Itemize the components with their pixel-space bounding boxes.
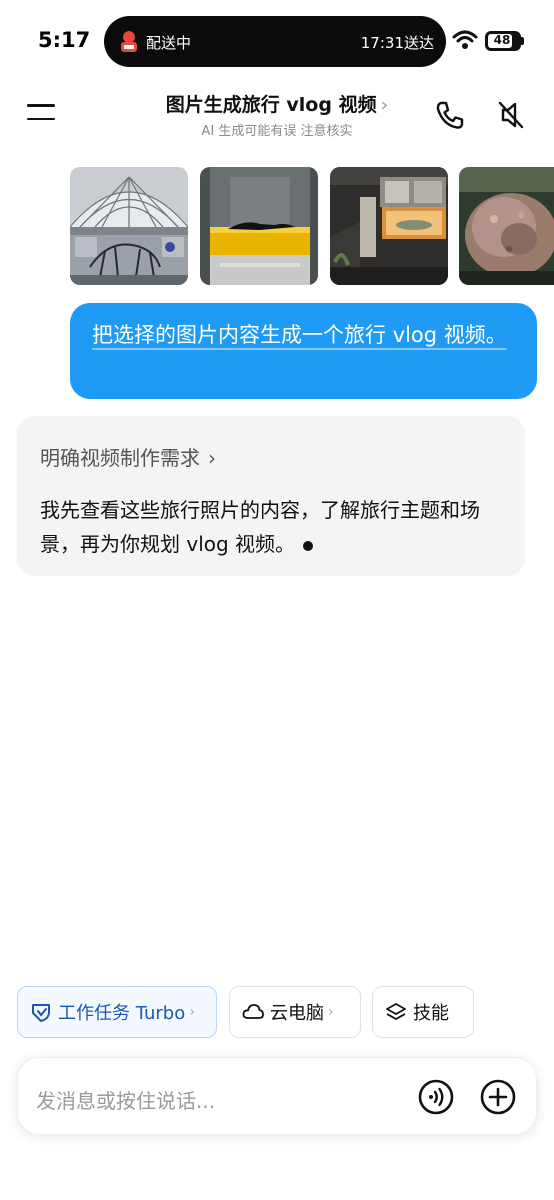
wifi-icon [452,30,478,49]
dynamic-island[interactable]: 配送中 17:31送达 [104,16,446,67]
skills-chip[interactable]: 技能 [372,986,474,1038]
cloud-computer-chip[interactable]: 云电脑 › [229,986,361,1038]
plus-icon[interactable] [480,1079,516,1115]
voice-input-icon[interactable] [418,1079,454,1115]
ai-disclaimer: AI 生成可能有误 注意核实 [201,124,353,139]
delivery-icon [121,31,137,52]
status-time: 5:17 [38,28,91,52]
message-input-placeholder[interactable]: 发消息或按住说话... [36,1085,215,1114]
cloud-computer-label: 云电脑 [270,1003,324,1024]
photo-thumbnail[interactable] [459,167,554,285]
user-message-bubble[interactable]: 把选择的图片内容生成一个旅行 vlog 视频。 [70,303,537,399]
chevron-right-icon: › [328,1004,334,1020]
chevron-right-icon: › [380,94,389,116]
assistant-message-card: 明确视频制作需求 › 我先查看这些旅行照片的内容，了解旅行主题和场景，再为你规划 … [17,416,525,576]
phone-icon[interactable] [434,100,466,130]
delivery-eta: 17:31送达 [360,34,434,52]
layers-icon [386,1003,406,1020]
typing-indicator-icon [303,540,314,551]
chat-title[interactable]: 图片生成旅行 vlog 视频 › [0,90,554,117]
battery-icon: 48 [485,31,521,51]
cloud-icon [242,1004,264,1019]
skills-label: 技能 [413,1003,449,1024]
requirement-link-label: 明确视频制作需求 [40,446,200,470]
chat-title-text: 图片生成旅行 vlog 视频 [165,94,377,116]
message-input-bar[interactable]: 发消息或按住说话... [17,1057,537,1135]
battery-tip [521,37,524,45]
photo-thumbnail[interactable] [200,167,318,285]
speaker-mute-icon[interactable] [496,99,526,131]
chevron-right-icon: › [189,1004,195,1020]
photo-thumbnail[interactable] [70,167,188,285]
assistant-message-text: 我先查看这些旅行照片的内容，了解旅行主题和场景，再为你规划 vlog 视频。 [40,493,506,561]
delivery-status: 配送中 [146,34,192,52]
user-message-text: 把选择的图片内容生成一个旅行 vlog 视频。 [92,323,507,347]
work-task-label: 工作任务 Turbo [58,1003,186,1024]
assistant-message-body: 我先查看这些旅行照片的内容，了解旅行主题和场景，再为你规划 vlog 视频。 [40,498,480,556]
photo-thumbnail[interactable] [330,167,448,285]
chevron-right-icon: › [208,446,216,470]
battery-level: 48 [493,33,511,47]
work-task-icon [32,1004,50,1022]
work-task-turbo-chip[interactable]: 工作任务 Turbo › [17,986,217,1038]
requirement-link[interactable]: 明确视频制作需求 › [40,442,216,471]
